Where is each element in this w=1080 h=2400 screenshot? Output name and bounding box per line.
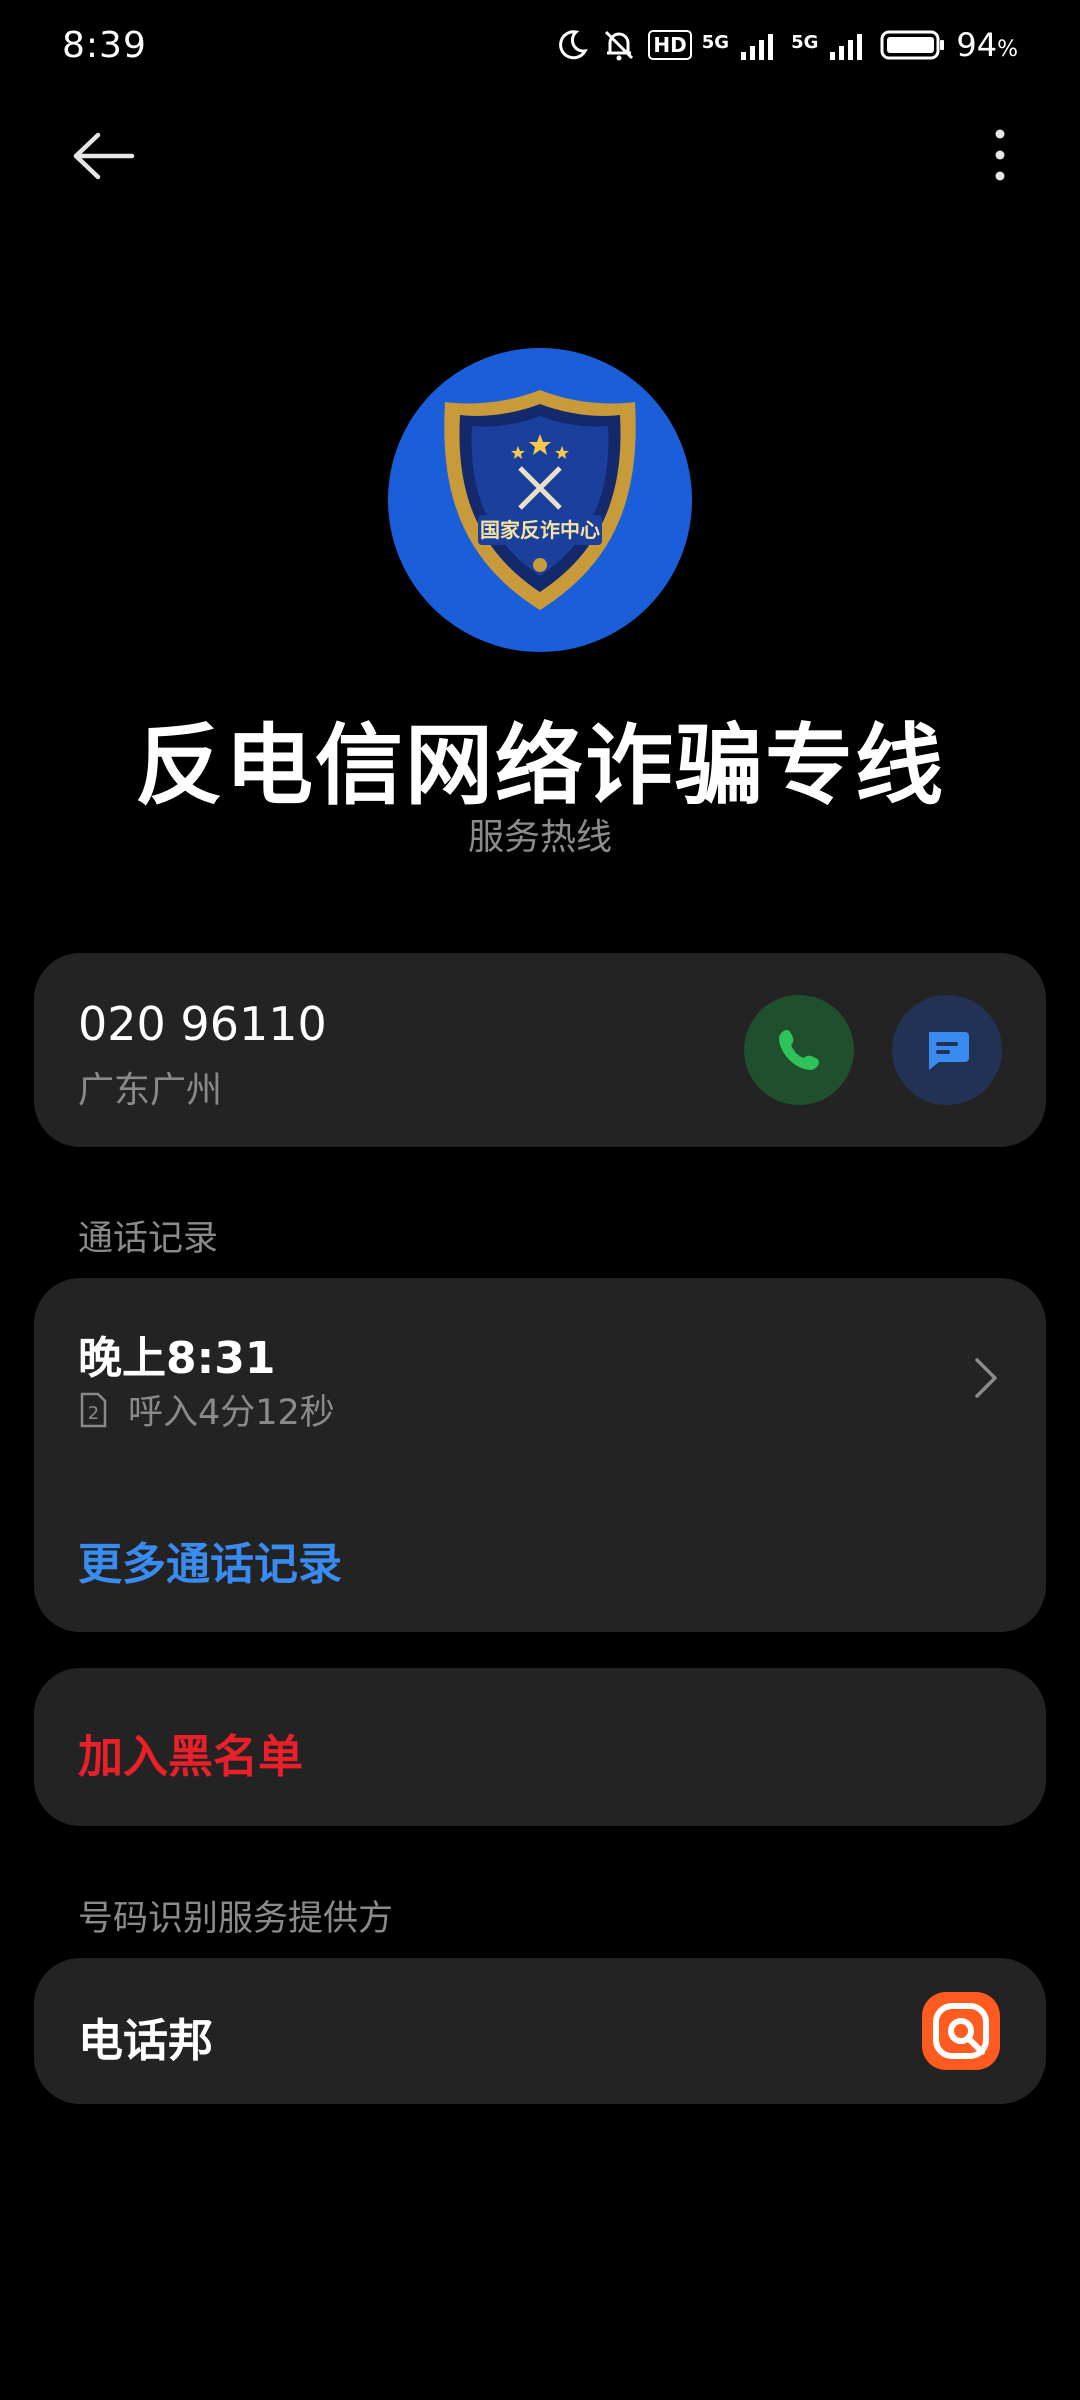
call-log-card: 晚上8:31 2 呼入4分12秒 更多通话记录 xyxy=(34,1278,1046,1632)
more-call-logs-link[interactable]: 更多通话记录 xyxy=(78,1528,342,1592)
battery-percent: 94% xyxy=(956,26,1018,64)
bell-muted-icon xyxy=(605,30,634,61)
call-button[interactable] xyxy=(744,995,854,1105)
battery-icon xyxy=(880,30,945,60)
message-icon xyxy=(929,1032,969,1070)
svg-text:2: 2 xyxy=(88,1403,99,1424)
provider-name: 电话邦 xyxy=(78,2014,214,2067)
add-to-blacklist-label: 加入黑名单 xyxy=(78,1730,304,1783)
anti-fraud-shield-logo: 国家反诈中心 xyxy=(444,390,636,610)
hd-badge: HD xyxy=(648,30,692,60)
message-button[interactable] xyxy=(892,995,1002,1105)
network-5g-2: 5G xyxy=(791,32,819,53)
back-button[interactable] xyxy=(70,124,150,188)
status-bar: 8:39 HD 5G 5G 94% xyxy=(0,0,1080,90)
contact-name: 反电信网络诈骗专线 xyxy=(134,714,945,817)
signal-icon-1 xyxy=(741,34,774,60)
status-icons: HD 5G 5G 94% xyxy=(554,26,1018,64)
phone-icon xyxy=(779,1030,819,1070)
sim-2-icon: 2 xyxy=(80,1392,107,1427)
back-arrow-icon xyxy=(73,132,135,180)
number-location: 广东广州 xyxy=(78,1070,223,1111)
provider-logo-icon xyxy=(922,1992,1000,2070)
avatar-text: 国家反诈中心 xyxy=(480,518,600,542)
call-duration: 呼入4分12秒 xyxy=(128,1393,335,1433)
provider-card[interactable]: 电话邦 xyxy=(34,1958,1046,2104)
network-5g-1: 5G xyxy=(701,32,730,53)
call-log-section-label: 通话记录 xyxy=(78,1219,219,1259)
call-detail: 2 呼入4分12秒 xyxy=(78,1384,335,1435)
call-time: 晚上8:31 xyxy=(78,1333,276,1384)
provider-section-label: 号码识别服务提供方 xyxy=(78,1899,394,1939)
phone-number[interactable]: 020 96110 xyxy=(78,997,327,1051)
signal-icon-2 xyxy=(830,34,863,60)
moon-icon xyxy=(559,30,589,60)
more-vertical-icon xyxy=(995,129,1005,181)
add-to-blacklist-button[interactable]: 加入黑名单 xyxy=(34,1668,1046,1826)
status-time: 8:39 xyxy=(62,24,147,66)
top-bar xyxy=(0,110,1080,200)
number-card: 020 96110 广东广州 xyxy=(34,953,1046,1147)
chevron-right-icon xyxy=(966,1348,1006,1408)
call-log-entry[interactable]: 晚上8:31 2 呼入4分12秒 xyxy=(34,1278,1046,1458)
more-options-button[interactable] xyxy=(980,120,1020,190)
contact-subtitle: 服务热线 xyxy=(467,817,612,858)
contact-avatar: 国家反诈中心 xyxy=(388,348,692,652)
